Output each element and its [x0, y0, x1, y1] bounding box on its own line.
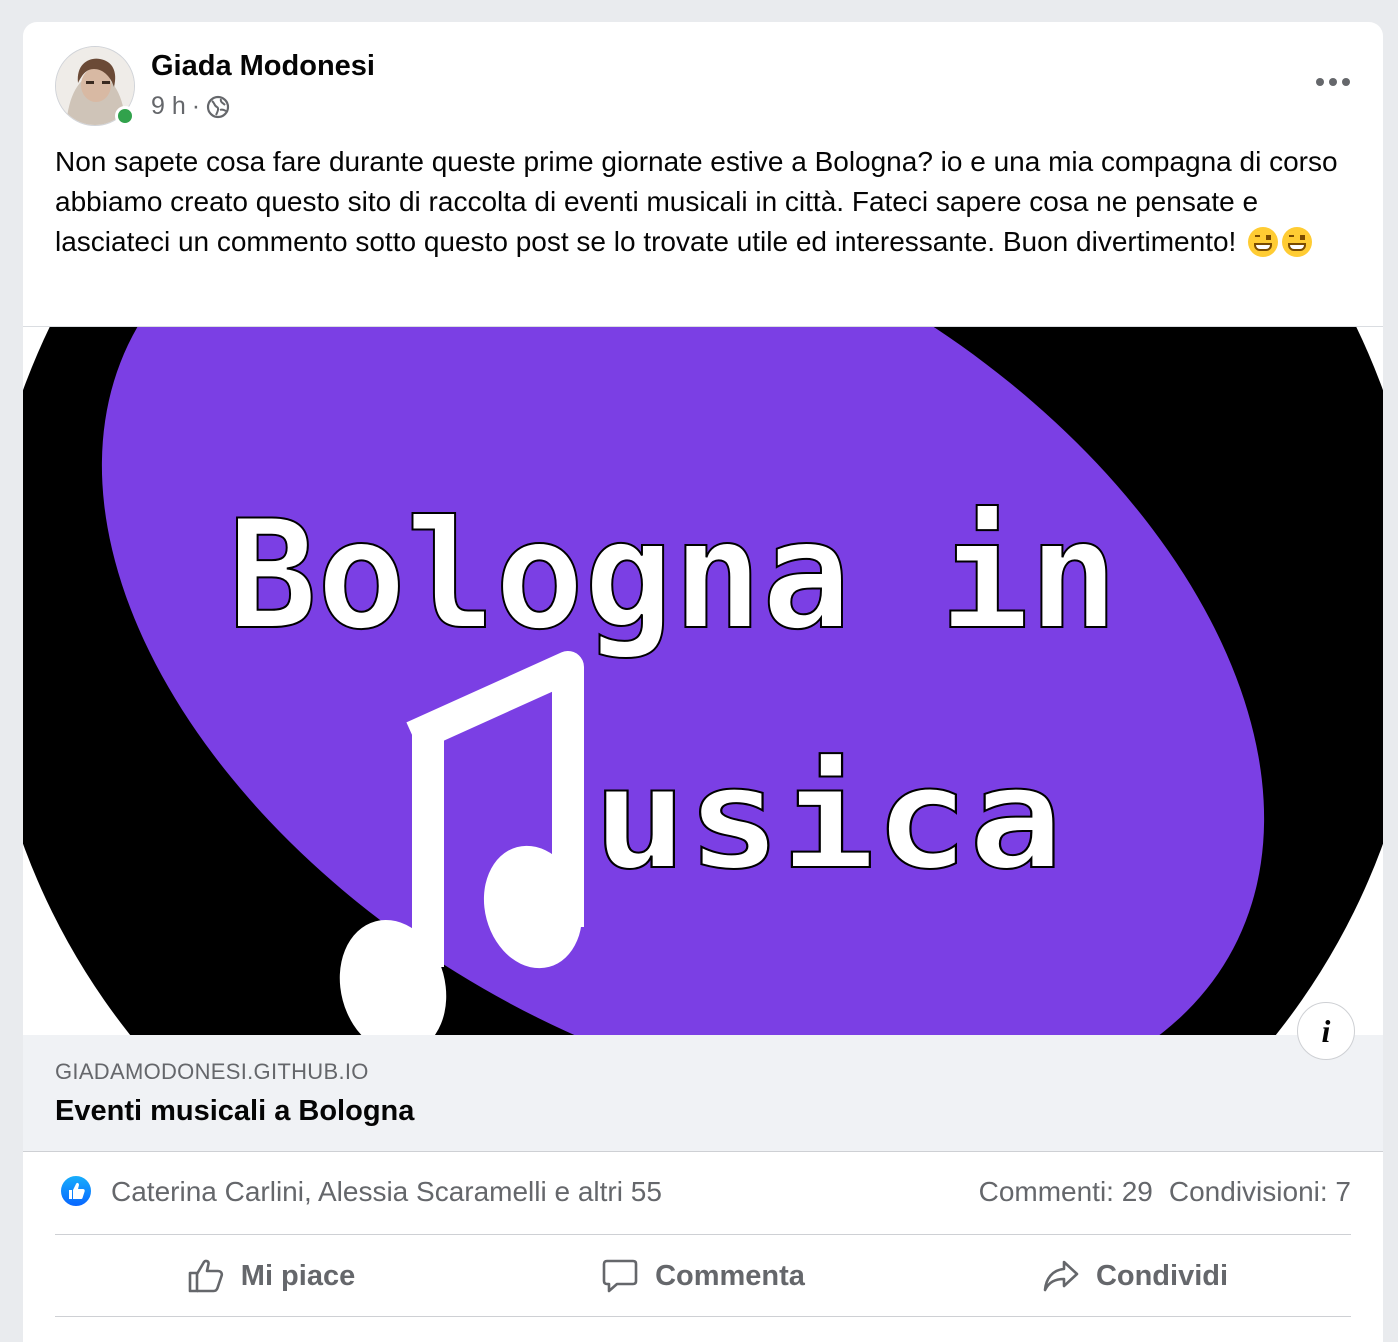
- link-domain: GIADAMODONESI.GITHUB.IO: [55, 1059, 369, 1084]
- divider: [55, 1234, 1351, 1235]
- bologna-in-musica-logo: Bologna in usica: [23, 327, 1383, 1035]
- info-button[interactable]: i: [1297, 1002, 1355, 1060]
- engagement-counts: Commenti: 29 Condivisioni: 7: [979, 1176, 1351, 1208]
- share-label: Condividi: [1095, 1259, 1229, 1292]
- online-status-dot: [115, 106, 135, 126]
- comment-label: Commenta: [655, 1259, 805, 1292]
- post-actions: Mi piace Commenta Condividi: [55, 1238, 1351, 1314]
- like-label: Mi piace: [240, 1259, 356, 1292]
- share-arrow-icon: [1043, 1260, 1079, 1292]
- comment-icon: [602, 1259, 638, 1293]
- more-options-button[interactable]: [1305, 62, 1361, 102]
- link-caption[interactable]: GIADAMODONESI.GITHUB.IO Eventi musicali …: [23, 1035, 1383, 1152]
- post-message: Non sapete cosa fare durante queste prim…: [55, 146, 1338, 257]
- post-meta: 9 h ·: [151, 92, 230, 121]
- post-text: Non sapete cosa fare durante queste prim…: [55, 142, 1365, 262]
- comment-button[interactable]: Commenta: [487, 1238, 919, 1314]
- logo-line-1: Bologna in: [228, 489, 1118, 663]
- comments-count[interactable]: Commenti: 29: [979, 1176, 1153, 1207]
- reactors-summary[interactable]: Caterina Carlini, Alessia Scaramelli e a…: [111, 1176, 662, 1208]
- like-reaction-icon[interactable]: [59, 1174, 93, 1208]
- post-header: Giada Modonesi 9 h ·: [23, 22, 1383, 142]
- divider-bottom: [55, 1316, 1351, 1317]
- info-icon: i: [1321, 1012, 1331, 1049]
- meta-separator: ·: [191, 92, 201, 120]
- post-time[interactable]: 9 h: [151, 92, 186, 121]
- grinning-face-emoji-2: [1282, 227, 1313, 257]
- shares-count[interactable]: Condivisioni: 7: [1169, 1176, 1351, 1207]
- logo-line-2: usica: [593, 738, 1063, 901]
- avatar[interactable]: [55, 46, 135, 126]
- post-card: Giada Modonesi 9 h · Non sapete cosa far: [23, 22, 1383, 1342]
- author-name[interactable]: Giada Modonesi: [151, 50, 375, 83]
- globe-icon[interactable]: [206, 95, 230, 119]
- thumbs-up-icon: [188, 1259, 223, 1293]
- reactions-bar: Caterina Carlini, Alessia Scaramelli e a…: [55, 1172, 1351, 1216]
- grinning-face-emoji-1: [1248, 227, 1279, 257]
- link-title[interactable]: Eventi musicali a Bologna: [55, 1095, 414, 1128]
- share-button[interactable]: Condividi: [919, 1238, 1351, 1314]
- preview-image[interactable]: Bologna in usica: [23, 327, 1383, 1035]
- like-button[interactable]: Mi piace: [55, 1238, 487, 1314]
- link-preview[interactable]: Bologna in usica GIADAMODONESI.GITHUB.IO…: [23, 326, 1383, 1152]
- more-options-icon: [1316, 78, 1350, 86]
